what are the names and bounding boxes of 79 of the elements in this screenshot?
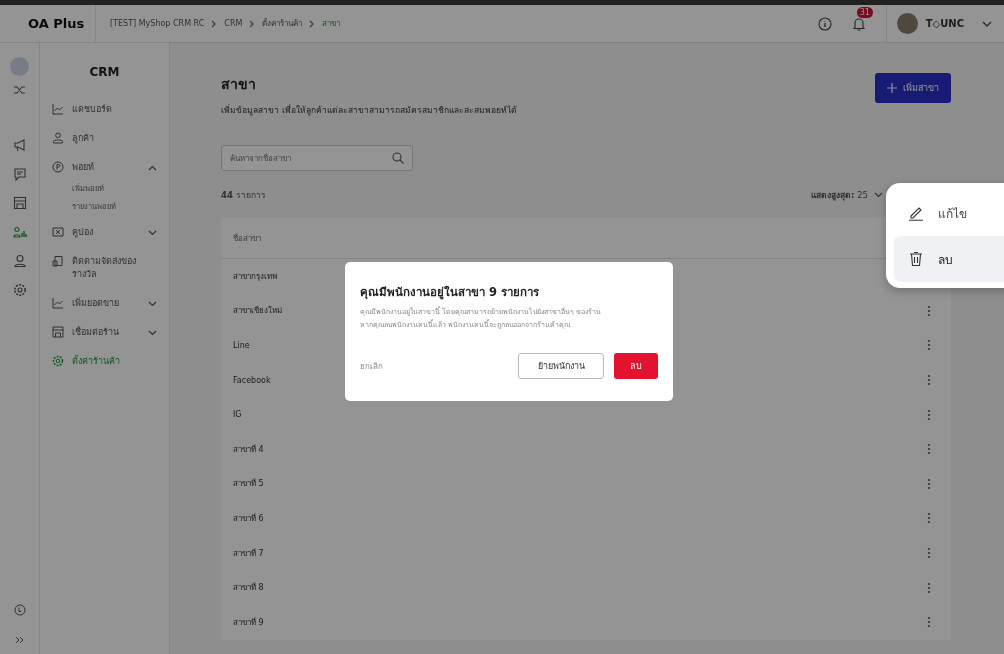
sidebar-item[interactable]: พอยท์: [52, 161, 157, 174]
breadcrumb-link[interactable]: [TEST] MyShop CRM RC: [110, 19, 205, 28]
more-icon[interactable]: [927, 581, 931, 594]
trash-icon: [908, 251, 924, 267]
column-header: ชื่อสาขา: [233, 232, 261, 245]
move-staff-button[interactable]: ย้ายพนักงาน: [518, 353, 604, 379]
more-icon[interactable]: [927, 547, 931, 560]
table-cell-text: สาขาที่ 7: [233, 547, 264, 560]
page-description: เพิ่มข้อมูลสาขา เพื่อให้ลูกค้าแต่ละสาขาสามารถสมัครสมาชิกและสะสมพอยท์ได้: [221, 103, 517, 117]
chevron-icon: [249, 19, 256, 28]
user-name[interactable]: T◇UNC: [925, 18, 964, 29]
page-size-select[interactable]: แสดงสูงสุด: 25: [811, 188, 868, 202]
store-icon[interactable]: [12, 196, 27, 210]
table-cell: สาขาที่ 8: [233, 581, 264, 595]
person-icon: [52, 132, 64, 144]
more-icon[interactable]: [927, 616, 931, 629]
sidebar-item[interactable]: ติดตามจัดส่งของรางวัล: [52, 255, 157, 281]
chart-icon: [52, 297, 64, 309]
sidebar-item[interactable]: แดชบอร์ด: [52, 103, 157, 116]
sidebar-item[interactable]: ลูกค้า: [52, 132, 157, 145]
table-cell-text: สาขาที่ 4: [233, 443, 264, 456]
megaphone-icon[interactable]: [12, 138, 27, 152]
plus-icon: [887, 83, 897, 93]
store-icon: [52, 326, 64, 338]
box-icon: [52, 255, 64, 267]
sidebar-item[interactable]: เชื่อมต่อร้าน: [52, 326, 157, 339]
coupon-icon: [52, 226, 64, 238]
coin-icon: [52, 161, 64, 173]
add-branch-button[interactable]: เพิ่มสาขา: [875, 73, 951, 103]
table-cell: IG: [233, 410, 242, 420]
sidebar-item[interactable]: เพิ่มยอดขาย: [52, 297, 157, 310]
breadcrumb-link[interactable]: สาขา: [322, 17, 341, 30]
shuffle-icon[interactable]: [12, 83, 27, 97]
more-icon[interactable]: [927, 304, 931, 317]
dialog-title: คุณมีพนักงานอยู่ในสาขา 9 รายการ: [360, 284, 540, 301]
notification-badge: 31: [856, 6, 873, 18]
search-icon: [392, 152, 404, 164]
page-title: สาขา: [221, 75, 257, 94]
chevron-icon: [211, 19, 218, 28]
chart-icon: [52, 103, 64, 115]
more-icon[interactable]: [927, 374, 931, 387]
table-cell-text: สาขาที่ 9: [233, 616, 264, 629]
search-field[interactable]: ค้นหาจากชื่อสาขา: [221, 145, 413, 171]
table-cell: Line: [233, 341, 250, 350]
chat-icon[interactable]: [12, 167, 27, 181]
info-icon[interactable]: [817, 16, 832, 31]
more-icon[interactable]: [927, 408, 931, 421]
avatar[interactable]: [896, 13, 918, 34]
chevron-icon: [309, 19, 316, 28]
caret-icon[interactable]: [982, 20, 992, 27]
sidebar-item[interactable]: ตั้งค่าร้านค้า: [52, 355, 157, 368]
menu-item[interactable]: แก้ไข: [894, 190, 1004, 236]
cancel-link[interactable]: ยกเลิก: [360, 359, 383, 373]
table-cell-text: สาขาที่ 6: [233, 512, 264, 525]
sidebar-title: CRM: [88, 65, 121, 79]
item-count: 44 รายการ: [221, 189, 266, 202]
clock-icon[interactable]: [13, 604, 26, 616]
app-logo[interactable]: OA Plus: [0, 5, 96, 42]
more-icon[interactable]: [927, 477, 931, 490]
more-icon[interactable]: [927, 443, 931, 456]
settings-icon: [52, 355, 64, 367]
expand-icon[interactable]: [14, 636, 25, 644]
table-cell: สาขาที่ 5: [233, 477, 264, 491]
sidebar-item[interactable]: คูปอง: [52, 226, 157, 239]
delete-button[interactable]: ลบ: [614, 353, 658, 379]
more-icon[interactable]: [927, 339, 931, 352]
menu-item[interactable]: ลบ: [894, 236, 1004, 282]
breadcrumb-link[interactable]: ตั้งค่าร้านค้า: [262, 17, 303, 30]
more-icon[interactable]: [927, 512, 931, 525]
table-cell-text: สาขากรุงเทพ: [233, 270, 277, 283]
pencil-icon: [908, 205, 924, 221]
breadcrumb-link[interactable]: CRM: [224, 19, 243, 28]
caret-icon[interactable]: [874, 192, 883, 198]
person-chart-icon[interactable]: [12, 225, 27, 239]
table-cell: Facebook: [233, 375, 271, 385]
table-cell-text: สาขาเชียงใหม่: [233, 305, 282, 318]
settings-icon[interactable]: [12, 283, 27, 297]
person-icon[interactable]: [12, 254, 27, 268]
bell-icon[interactable]: [851, 15, 866, 32]
